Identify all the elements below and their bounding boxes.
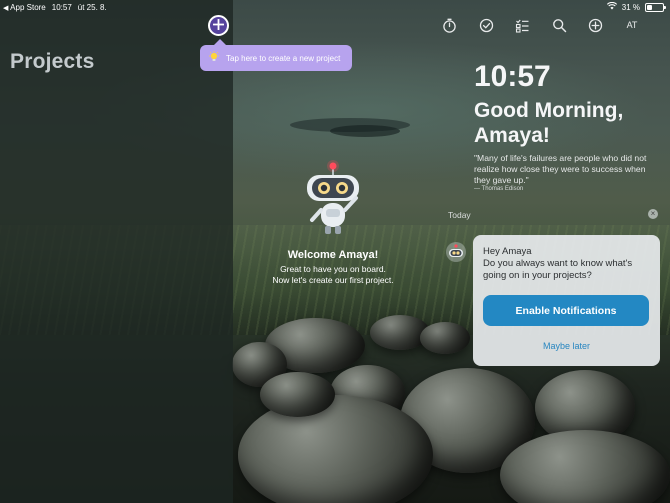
greeting-line-1: Good Morning,: [474, 99, 624, 122]
timer-icon[interactable]: [440, 16, 458, 34]
dashboard-clock: 10:57: [474, 60, 551, 93]
robot-mascot: [300, 158, 366, 238]
welcome-line-1: Great to have you on board.: [280, 264, 386, 274]
status-time: 10:57: [51, 2, 72, 12]
back-arrow-icon: ◀: [3, 4, 9, 12]
quote-author: — Thomas Edison: [474, 186, 524, 192]
surface-ripple: [330, 125, 400, 137]
projects-sidebar: Projects: [0, 0, 233, 503]
close-icon[interactable]: ×: [648, 209, 658, 219]
create-project-tooltip[interactable]: Tap here to create a new project: [200, 39, 352, 71]
battery-icon: [645, 2, 666, 12]
daily-quote: "Many of life's failures are people who …: [474, 153, 647, 185]
check-circle-icon[interactable]: [477, 16, 495, 34]
plus-icon: [212, 17, 225, 35]
status-bar-right: 31 %: [606, 1, 666, 13]
search-icon[interactable]: [550, 16, 568, 34]
robot-avatar: [446, 242, 466, 262]
greeting: Good Morning, Amaya!: [474, 98, 623, 148]
back-to-app-store[interactable]: ◀ App Store: [3, 3, 46, 12]
battery-percent: 31 %: [621, 2, 640, 12]
greeting-line-2: Amaya!: [474, 124, 550, 147]
top-toolbar: AT: [440, 16, 670, 36]
wifi-icon: [606, 1, 617, 12]
enable-notifications-button[interactable]: Enable Notifications: [483, 295, 649, 326]
lightbulb-icon: [208, 51, 220, 65]
checklist-icon[interactable]: [513, 16, 531, 34]
welcome-title: Welcome Amaya!: [287, 249, 379, 261]
battery-fill: [647, 4, 652, 10]
today-section-label: Today: [448, 210, 471, 220]
status-date: út 25. 8.: [77, 2, 107, 12]
add-circle-icon[interactable]: [586, 16, 604, 34]
notification-title: Hey Amaya: [483, 246, 532, 257]
rock: [420, 322, 470, 354]
rock: [260, 372, 335, 417]
create-project-button[interactable]: [208, 15, 229, 36]
notification-prompt-card: Hey Amaya Do you always want to know wha…: [473, 235, 660, 366]
status-bar-left: ◀ App Store 10:57 út 25. 8.: [3, 1, 107, 13]
sidebar-title: Projects: [10, 50, 95, 73]
maybe-later-link[interactable]: Maybe later: [473, 341, 660, 351]
rock: [238, 395, 433, 503]
user-avatar-initials[interactable]: AT: [623, 16, 641, 34]
notification-body: Do you always want to know what's going …: [483, 258, 633, 281]
welcome-line-2: Now let's create our first project.: [272, 275, 394, 285]
tooltip-text: Tap here to create a new project: [226, 53, 341, 63]
